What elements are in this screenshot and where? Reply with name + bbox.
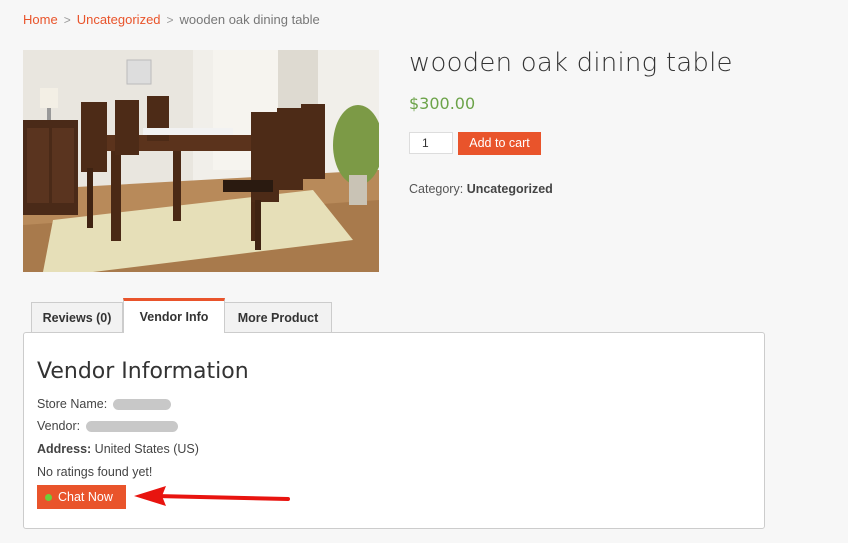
tab-more-product[interactable]: More Product (224, 302, 332, 333)
annotation-arrow-icon (134, 486, 290, 506)
quantity-input[interactable]: 1 (409, 132, 453, 154)
breadcrumb: Home > Uncategorized > wooden oak dining tab… (23, 12, 320, 27)
chat-now-button[interactable]: Chat Now (37, 485, 126, 509)
category-label: Category: (409, 182, 464, 196)
vendor-heading: Vendor Information (37, 359, 249, 384)
store-name-row: Store Name: (37, 397, 171, 411)
product-category: Category: Uncategorized (409, 182, 553, 196)
product-title: wooden oak dining table (409, 48, 733, 78)
vendor-row: Vendor: (37, 419, 178, 433)
vendor-name-redacted (85, 421, 178, 433)
tab-vendor-info[interactable]: Vendor Info (123, 298, 225, 333)
chat-now-label: Chat Now (58, 490, 113, 504)
address-row: Address: United States (US) (37, 442, 199, 456)
category-link[interactable]: Uncategorized (467, 182, 553, 196)
breadcrumb-home-link[interactable]: Home (23, 12, 58, 27)
store-name-label: Store Name: (37, 397, 108, 411)
add-to-cart-button[interactable]: Add to cart (458, 132, 541, 155)
store-name-redacted (112, 399, 171, 411)
breadcrumb-separator: > (166, 13, 174, 27)
ratings-text: No ratings found yet! (37, 465, 153, 479)
vendor-label: Vendor: (37, 419, 81, 433)
product-image[interactable] (23, 50, 379, 272)
product-price: $300.00 (409, 94, 476, 113)
breadcrumb-current: wooden oak dining table (179, 12, 320, 27)
address-label: Address: (37, 442, 92, 456)
breadcrumb-separator: > (63, 13, 71, 27)
address-value: United States (US) (94, 442, 199, 456)
tab-reviews[interactable]: Reviews (0) (31, 302, 123, 333)
online-status-icon (45, 494, 52, 501)
breadcrumb-category-link[interactable]: Uncategorized (77, 12, 161, 27)
